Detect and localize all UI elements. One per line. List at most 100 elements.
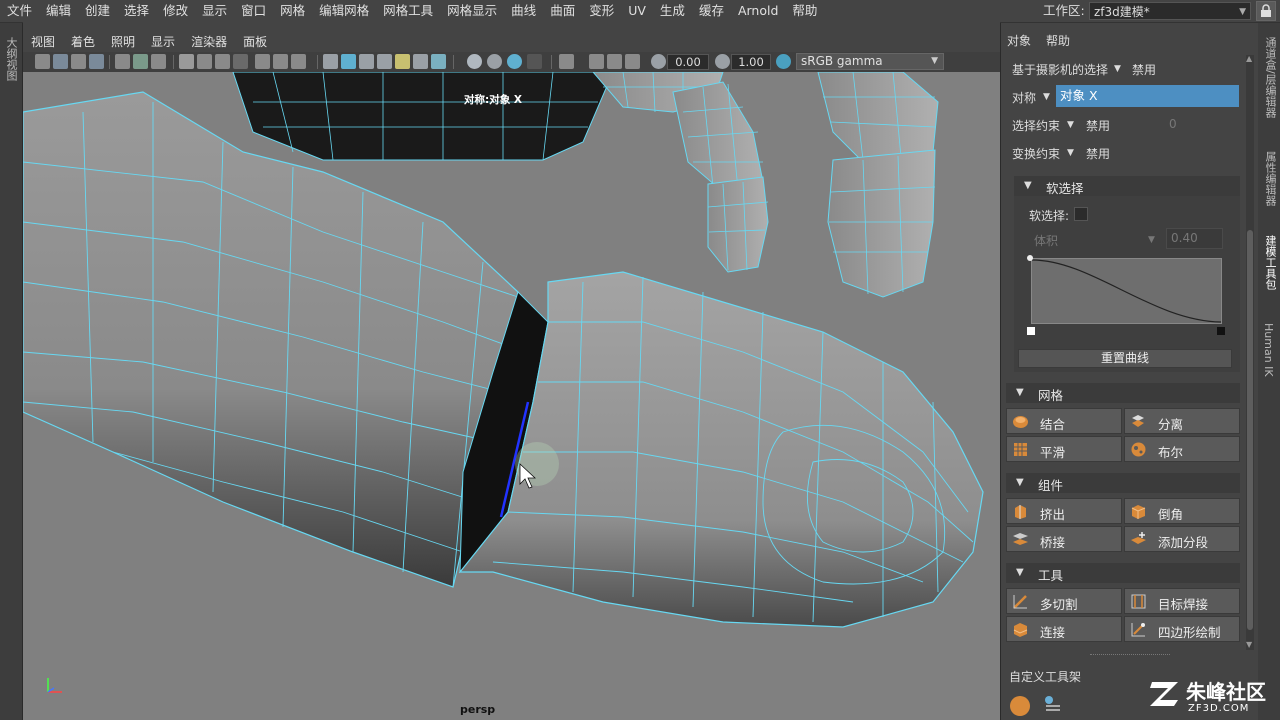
target-weld-button[interactable]: 目标焊接 [1124, 588, 1240, 614]
menu-help[interactable]: 帮助 [785, 0, 824, 22]
connect-button[interactable]: 连接 [1006, 616, 1122, 642]
falloff-mode-value[interactable]: 体积 [1034, 232, 1058, 249]
gamma-field[interactable]: 1.00 [731, 54, 771, 70]
panel-menu-help[interactable]: 帮助 [1046, 32, 1070, 49]
curve-key-start[interactable] [1027, 255, 1033, 261]
scrollbar-thumb[interactable] [1247, 230, 1253, 630]
menu-display[interactable]: 显示 [195, 0, 234, 22]
safe-title-icon[interactable] [291, 54, 306, 69]
color-management-icon[interactable] [776, 54, 791, 69]
curve-max-handle[interactable] [1217, 327, 1225, 335]
resolution-gate-icon[interactable] [215, 54, 230, 69]
menu-generate[interactable]: 生成 [653, 0, 692, 22]
multi-cut-button[interactable]: 多切割 [1006, 588, 1122, 614]
panel-menu-renderer[interactable]: 渲染器 [183, 33, 235, 50]
xray-components-icon[interactable] [527, 54, 542, 69]
camera-attributes-icon[interactable] [53, 54, 68, 69]
shelf-tool-icon-2[interactable] [1042, 694, 1064, 714]
panel-scrollbar[interactable] [1246, 55, 1254, 650]
boolean-button[interactable]: 布尔 [1124, 436, 1240, 462]
menu-create[interactable]: 创建 [78, 0, 117, 22]
chevron-down-icon[interactable]: ▼ [1114, 64, 1121, 74]
wireframe-on-shaded-icon[interactable] [359, 54, 374, 69]
menu-mesh[interactable]: 网格 [273, 0, 312, 22]
two-sided-lighting-icon[interactable] [589, 54, 604, 69]
extrude-button[interactable]: 挤出 [1006, 498, 1122, 524]
panel-menu-panels[interactable]: 面板 [235, 33, 275, 50]
wireframe-icon[interactable] [323, 54, 338, 69]
backface-culling-icon[interactable] [607, 54, 622, 69]
panel-menu-object[interactable]: 对象 [1007, 32, 1031, 49]
tab-channel-box[interactable]: 通道盒/层编辑器 [1262, 37, 1278, 118]
soft-select-section[interactable]: ▼ 软选择 [1014, 176, 1240, 196]
scroll-up-icon[interactable]: ▲ [1246, 54, 1252, 63]
grid-icon[interactable] [179, 54, 194, 69]
xray-icon[interactable] [487, 54, 502, 69]
lock-icon[interactable] [1256, 1, 1276, 21]
isolate-select-icon[interactable] [467, 54, 482, 69]
chevron-down-icon[interactable]: ▼ [1067, 148, 1074, 158]
mesh-section[interactable]: ▼ 网格 [1006, 383, 1240, 403]
camera-selection-value[interactable]: 禁用 [1132, 61, 1156, 78]
chevron-down-icon[interactable]: ▼ [1067, 120, 1074, 130]
tools-section[interactable]: ▼ 工具 [1006, 563, 1240, 583]
smooth-shade-icon[interactable] [341, 54, 356, 69]
shadows-icon[interactable] [413, 54, 428, 69]
isolate-view-icon[interactable] [559, 54, 574, 69]
safe-action-icon[interactable] [273, 54, 288, 69]
menu-surfaces[interactable]: 曲面 [543, 0, 582, 22]
bookmarks-icon[interactable] [71, 54, 86, 69]
scroll-down-icon[interactable]: ▼ [1246, 640, 1252, 649]
screen-space-ao-icon[interactable] [431, 54, 446, 69]
image-plane-icon[interactable] [89, 54, 104, 69]
color-space-select[interactable]: sRGB gamma ▼ [796, 53, 944, 70]
exposure-field[interactable]: 0.00 [667, 54, 709, 70]
grease-pencil-icon[interactable] [115, 54, 130, 69]
panel-menu-shading[interactable]: 着色 [63, 33, 103, 50]
use-all-lights-icon[interactable] [395, 54, 410, 69]
shelf-splitter[interactable] [1090, 654, 1170, 656]
combine-button[interactable]: 结合 [1006, 408, 1122, 434]
transform-constraint-value[interactable]: 禁用 [1086, 145, 1110, 162]
gate-mask-icon[interactable] [233, 54, 248, 69]
tab-human-ik[interactable]: Human IK [1262, 323, 1275, 377]
2d-pan-zoom-icon[interactable] [133, 54, 148, 69]
menu-edit[interactable]: 编辑 [39, 0, 78, 22]
field-chart-icon[interactable] [255, 54, 270, 69]
menu-cache[interactable]: 缓存 [692, 0, 731, 22]
film-gate-icon[interactable] [197, 54, 212, 69]
workspace-select[interactable]: zf3d建模* ▼ [1089, 2, 1251, 20]
symmetry-value[interactable]: 对象 X [1056, 85, 1239, 107]
menu-deform[interactable]: 变形 [582, 0, 621, 22]
menu-windows[interactable]: 窗口 [234, 0, 273, 22]
falloff-radius-field[interactable]: 0.40 [1166, 228, 1223, 249]
menu-mesh-tools[interactable]: 网格工具 [376, 0, 440, 22]
tab-modeling-toolkit[interactable]: 建模工具包 [1262, 235, 1278, 290]
curve-min-handle[interactable] [1027, 327, 1035, 335]
xray-joints-icon[interactable] [507, 54, 522, 69]
menu-modify[interactable]: 修改 [156, 0, 195, 22]
separate-button[interactable]: 分离 [1124, 408, 1240, 434]
menu-mesh-display[interactable]: 网格显示 [440, 0, 504, 22]
menu-select[interactable]: 选择 [117, 0, 156, 22]
textured-icon[interactable] [377, 54, 392, 69]
panel-menu-view[interactable]: 视图 [23, 33, 63, 50]
bridge-button[interactable]: 桥接 [1006, 526, 1122, 552]
chevron-down-icon[interactable]: ▼ [1043, 92, 1050, 102]
smooth-button[interactable]: 平滑 [1006, 436, 1122, 462]
paint-icon[interactable] [151, 54, 166, 69]
reset-curve-button[interactable]: 重置曲线 [1018, 349, 1232, 368]
components-section[interactable]: ▼ 组件 [1006, 473, 1240, 493]
bevel-button[interactable]: 倒角 [1124, 498, 1240, 524]
tab-attribute-editor[interactable]: 属性编辑器 [1262, 151, 1278, 206]
menu-file[interactable]: 文件 [0, 0, 39, 22]
falloff-curve-graph[interactable] [1031, 258, 1222, 324]
quad-draw-button[interactable]: 四边形绘制 [1124, 616, 1240, 642]
panel-menu-lighting[interactable]: 照明 [103, 33, 143, 50]
menu-arnold[interactable]: Arnold [731, 0, 785, 22]
frame-selection-icon[interactable] [625, 54, 640, 69]
viewport-persp[interactable] [23, 72, 1000, 720]
select-camera-icon[interactable] [35, 54, 50, 69]
soft-select-checkbox[interactable] [1074, 207, 1088, 221]
outliner-tab[interactable]: 大纲视图 [3, 37, 19, 81]
